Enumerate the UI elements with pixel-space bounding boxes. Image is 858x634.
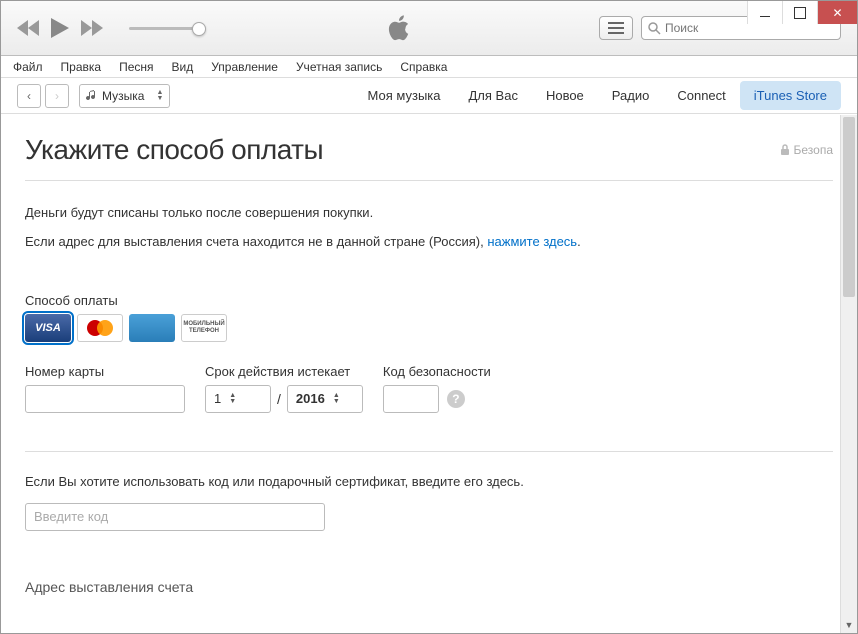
vertical-scrollbar[interactable]: ▲ ▼ xyxy=(840,115,857,633)
nav-back-button[interactable]: ‹ xyxy=(17,84,41,108)
gift-code-input[interactable] xyxy=(25,503,325,531)
expiry-month-select[interactable]: 1 ▲▼ xyxy=(205,385,271,413)
tab-itunes-store[interactable]: iTunes Store xyxy=(740,81,841,110)
tab-for-you[interactable]: Для Вас xyxy=(455,81,532,110)
nav-forward-button[interactable]: › xyxy=(45,84,69,108)
nav-row: ‹ › Музыка ▲▼ Моя музыка Для Вас Новое Р… xyxy=(1,78,857,114)
menu-edit[interactable]: Правка xyxy=(53,58,110,76)
change-country-link[interactable]: нажмите здесь xyxy=(487,234,577,249)
security-code-label: Код безопасности xyxy=(383,364,491,379)
desc-line-2: Если адрес для выставления счета находит… xyxy=(25,232,833,253)
chevron-updown-icon: ▲▼ xyxy=(229,393,236,405)
list-view-button[interactable] xyxy=(599,16,633,40)
content-area: Укажите способ оплаты Безопа Деньги буду… xyxy=(1,114,857,633)
gift-code-desc: Если Вы хотите использовать код или пода… xyxy=(25,474,833,489)
scroll-thumb[interactable] xyxy=(843,117,855,297)
expiry-year-select[interactable]: 2016 ▲▼ xyxy=(287,385,363,413)
play-button[interactable] xyxy=(51,18,69,38)
help-icon[interactable]: ? xyxy=(447,390,465,408)
menu-view[interactable]: Вид xyxy=(164,58,202,76)
secure-indicator: Безопа xyxy=(780,143,834,157)
menu-bar: Файл Правка Песня Вид Управление Учетная… xyxy=(1,56,857,78)
tab-radio[interactable]: Радио xyxy=(598,81,664,110)
player-toolbar xyxy=(1,1,857,56)
card-number-label: Номер карты xyxy=(25,364,185,379)
card-mastercard[interactable] xyxy=(77,314,123,342)
menu-song[interactable]: Песня xyxy=(111,58,161,76)
nav-tabs: Моя музыка Для Вас Новое Радио Connect i… xyxy=(354,81,841,110)
tab-new[interactable]: Новое xyxy=(532,81,598,110)
chevron-updown-icon: ▲▼ xyxy=(156,90,163,102)
card-number-input[interactable] xyxy=(25,385,185,413)
menu-account[interactable]: Учетная запись xyxy=(288,58,390,76)
window-minimize-button[interactable] xyxy=(747,1,782,24)
search-icon xyxy=(648,22,661,35)
library-selected-label: Музыка xyxy=(102,89,144,103)
expiry-label: Срок действия истекает xyxy=(205,364,363,379)
menu-help[interactable]: Справка xyxy=(392,58,455,76)
card-visa[interactable]: VISA xyxy=(25,314,71,342)
music-note-icon xyxy=(86,90,98,102)
tab-my-music[interactable]: Моя музыка xyxy=(354,81,455,110)
lock-icon xyxy=(780,144,790,156)
section-divider xyxy=(25,451,833,452)
window-close-button[interactable] xyxy=(817,1,857,24)
expiry-separator: / xyxy=(277,391,281,407)
card-mobile-phone[interactable]: МОБИЛЬНЫЙ ТЕЛЕФОН xyxy=(181,314,227,342)
volume-slider[interactable] xyxy=(129,27,199,30)
apple-logo xyxy=(199,15,599,41)
desc-line-1: Деньги будут списаны только после соверш… xyxy=(25,203,833,224)
menu-controls[interactable]: Управление xyxy=(203,58,286,76)
billing-address-header: Адрес выставления счета xyxy=(25,579,833,595)
library-selector[interactable]: Музыка ▲▼ xyxy=(79,84,170,108)
page-title: Укажите способ оплаты xyxy=(25,134,323,166)
card-amex[interactable] xyxy=(129,314,175,342)
scroll-down-arrow[interactable]: ▼ xyxy=(841,616,857,633)
next-track-button[interactable] xyxy=(81,20,103,36)
security-code-input[interactable] xyxy=(383,385,439,413)
menu-file[interactable]: Файл xyxy=(5,58,51,76)
window-maximize-button[interactable] xyxy=(782,1,817,24)
payment-method-label: Способ оплаты xyxy=(25,293,833,308)
chevron-updown-icon: ▲▼ xyxy=(333,393,340,405)
payment-cards: VISA МОБИЛЬНЫЙ ТЕЛЕФОН xyxy=(25,314,833,342)
previous-track-button[interactable] xyxy=(17,20,39,36)
tab-connect[interactable]: Connect xyxy=(663,81,739,110)
